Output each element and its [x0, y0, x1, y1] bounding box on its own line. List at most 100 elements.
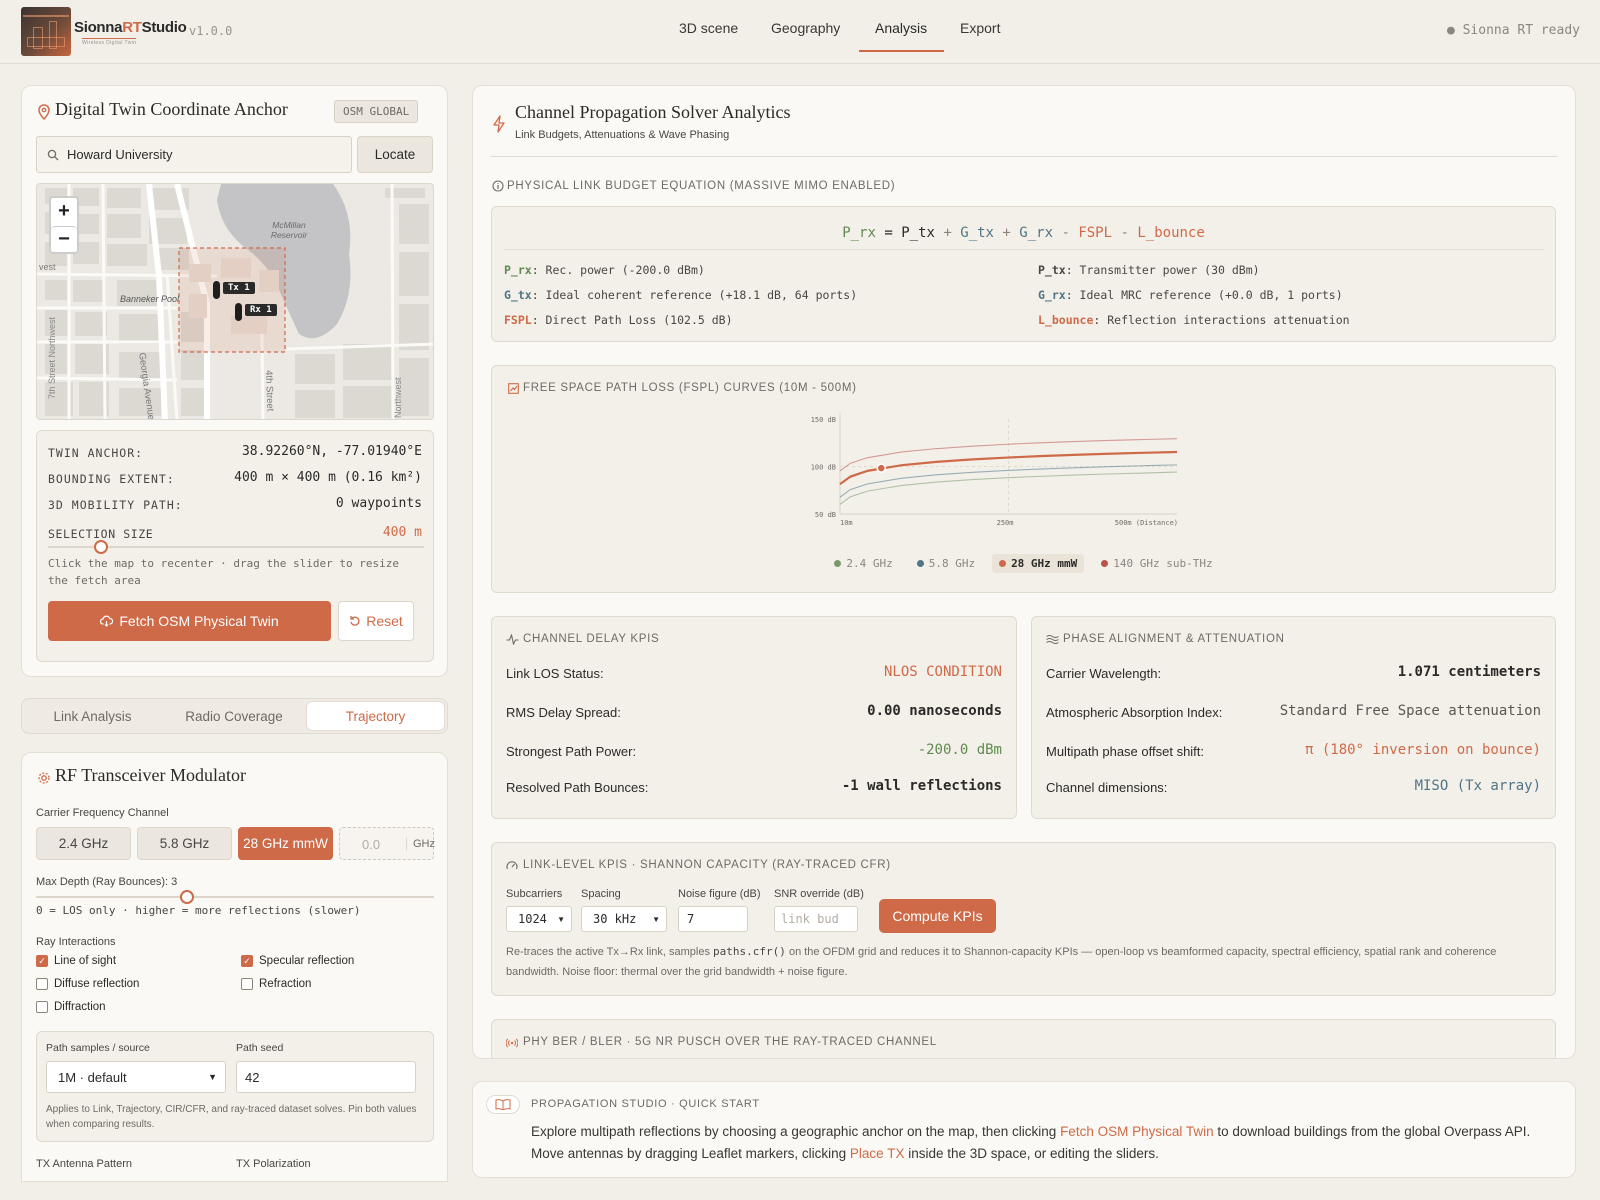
refraction-checkbox[interactable]: Refraction — [241, 978, 311, 990]
selection-size-value: 400 m — [382, 525, 422, 540]
selection-slider-thumb[interactable] — [93, 540, 108, 554]
place-tx-link[interactable]: Place TX — [850, 1146, 905, 1161]
legend-swatch — [1101, 560, 1109, 567]
nav-tab-export[interactable]: Export — [960, 20, 1000, 36]
term-fspl: FSPL: Direct Path Loss (102.5 dB) — [504, 313, 733, 327]
link-budget-panel: P_rx = P_tx + G_tx + G_rx - FSPL - L_bou… — [491, 206, 1556, 342]
term-grx: G_rx: Ideal MRC reference (+0.0 dB, 1 po… — [1038, 288, 1343, 302]
signal-icon — [506, 1038, 518, 1048]
max-depth-label: Max Depth (Ray Bounces): 3 — [36, 876, 178, 888]
los-status-value: NLOS CONDITION — [883, 664, 1002, 680]
diffraction-checkbox[interactable]: Diffraction — [36, 1001, 106, 1013]
specular-checkbox[interactable]: ✓ Specular reflection — [241, 955, 354, 967]
check-icon: ✓ — [241, 955, 253, 967]
ber-heading: PHY BER / BLER · 5G NR PUSCH OVER THE RA… — [523, 1036, 937, 1048]
rf-title: RF Transceiver Modulator — [55, 765, 246, 785]
wavelength-label: Carrier Wavelength: — [1046, 666, 1162, 681]
tab-link-analysis[interactable]: Link Analysis — [24, 701, 161, 731]
term-lbounce: L_bounce: Reflection interactions attenu… — [1038, 313, 1350, 327]
map-label-7th-street: 7th Street Northwest — [47, 316, 57, 399]
path-samples-select[interactable]: 1M · default ▼ — [46, 1061, 226, 1093]
freq-5-8-button[interactable]: 5.8 GHz — [137, 827, 232, 860]
phase-offset-label: Multipath phase offset shift: — [1046, 744, 1205, 759]
term-prx: P_rx: Rec. power (-200.0 dBm) — [504, 263, 705, 277]
legend-item-2-4-ghz[interactable]: 2.4 GHz — [827, 554, 899, 573]
fetch-osm-link[interactable]: Fetch OSM Physical Twin — [1060, 1124, 1214, 1139]
reset-button[interactable]: Reset — [338, 601, 414, 641]
fetch-osm-label: Fetch OSM Physical Twin — [119, 613, 279, 629]
pulse-icon — [506, 634, 519, 645]
fspl-legend: 2.4 GHz 5.8 GHz 28 GHz mmW 140 GHz sub-THz — [492, 554, 1555, 573]
diffuse-checkbox[interactable]: Diffuse reflection — [36, 978, 139, 990]
tab-trajectory[interactable]: Trajectory — [306, 701, 445, 731]
brand-tagline: Wireless Digital Twin — [82, 38, 137, 46]
nav-tab-analysis[interactable]: Analysis — [875, 20, 927, 36]
analytics-title: Channel Propagation Solver Analytics — [515, 102, 791, 122]
chevron-down-icon: ▼ — [557, 914, 565, 924]
snr-override-input[interactable]: link bud — [774, 906, 858, 932]
term-gtx: G_tx: Ideal coherent reference (+18.1 dB… — [504, 288, 858, 302]
legend-item-28-ghz-mmw[interactable]: 28 GHz mmW — [992, 554, 1085, 573]
legend-swatch — [999, 560, 1007, 567]
subcarriers-select[interactable]: 1024 ▼ — [506, 906, 572, 932]
link-budget-equation: P_rx = P_tx + G_tx + G_rx - FSPL - L_bou… — [842, 225, 1205, 241]
ber-panel: PHY BER / BLER · 5G NR PUSCH OVER THE RA… — [491, 1019, 1556, 1058]
cloud-download-icon — [100, 615, 114, 627]
freq-28-button[interactable]: 28 GHz mmW — [238, 827, 333, 860]
quickstart-heading: PROPAGATION STUDIO · QUICK START — [531, 1098, 760, 1110]
y-tick-label: 100 dB — [811, 464, 836, 472]
locate-button[interactable]: Locate — [357, 136, 433, 173]
freq-2-4-button[interactable]: 2.4 GHz — [36, 827, 131, 860]
noise-figure-label: Noise figure (dB) — [678, 888, 761, 900]
zoom-out-button[interactable]: − — [51, 226, 77, 252]
spacing-select[interactable]: 30 kHz ▼ — [581, 906, 667, 932]
map-label-reservoir: McMillan Reservoir — [270, 220, 308, 240]
legend-swatch — [834, 560, 842, 567]
tx-marker-label[interactable]: Tx 1 — [223, 282, 255, 294]
reset-label: Reset — [366, 613, 403, 629]
legend-label: 5.8 GHz — [928, 557, 976, 570]
location-search-input[interactable]: Howard University — [36, 136, 352, 173]
nav-tab-geography[interactable]: Geography — [771, 20, 840, 36]
path-seed-input[interactable]: 42 — [236, 1061, 416, 1093]
mobility-path-label: 3D MOBILITY PATH: — [48, 498, 183, 512]
rx-marker-pin[interactable] — [235, 303, 242, 321]
los-status-label: Link LOS Status: — [506, 666, 604, 681]
osm-global-badge: OSM GLOBAL — [334, 100, 419, 123]
analytics-card: Channel Propagation Solver Analytics Lin… — [472, 85, 1576, 1059]
absorption-value: Standard Free Space attenuation — [1279, 703, 1541, 719]
rx-marker-label[interactable]: Rx 1 — [245, 304, 277, 316]
fspl-chart-panel: FREE SPACE PATH LOSS (FSPL) CURVES (10M … — [491, 365, 1556, 593]
twin-anchor-label: TWIN ANCHOR: — [48, 446, 144, 460]
path-samples-hint: Applies to Link, Trajectory, CIR/CFR, an… — [46, 1104, 417, 1130]
osm-map[interactable]: + − McMillan Reservoir Banneker Pool Geo… — [36, 183, 434, 420]
path-bounces-value: -1 wall reflections — [841, 778, 1002, 794]
link-kpi-heading: LINK-LEVEL KPIS · SHANNON CAPACITY (RAY-… — [523, 859, 891, 871]
selection-size-slider[interactable] — [48, 540, 424, 554]
legend-item-140-ghz-sub-thz[interactable]: 140 GHz sub-THz — [1094, 554, 1219, 573]
map-tiles — [37, 184, 433, 419]
custom-frequency-input[interactable]: 0.0 GHz — [339, 827, 435, 860]
nav-tab-3d-scene[interactable]: 3D scene — [679, 20, 738, 36]
waves-icon — [1046, 635, 1059, 644]
tx-polarization-label: TX Polarization — [236, 1158, 311, 1170]
fetch-osm-button[interactable]: Fetch OSM Physical Twin — [48, 601, 331, 641]
map-label-pool: Banneker Pool — [120, 294, 180, 304]
rf-transceiver-card: RF Transceiver Modulator Carrier Frequen… — [21, 752, 448, 1182]
los-checkbox[interactable]: ✓ Line of sight — [36, 955, 116, 967]
info-icon — [492, 180, 504, 192]
zoom-in-button[interactable]: + — [51, 198, 77, 224]
legend-item-5-8-ghz[interactable]: 5.8 GHz — [910, 554, 982, 573]
x-tick-label: 250m — [997, 519, 1014, 527]
max-depth-slider-thumb[interactable] — [180, 890, 195, 904]
x-tick-label: 500m (Distance) — [1115, 519, 1178, 527]
tx-marker-pin[interactable] — [213, 281, 220, 299]
noise-figure-input[interactable]: 7 — [678, 906, 748, 932]
check-icon: ✓ — [36, 955, 48, 967]
max-depth-slider[interactable] — [36, 890, 434, 904]
custom-frequency-unit: GHz — [406, 838, 435, 850]
compute-kpis-button[interactable]: Compute KPIs — [879, 899, 996, 933]
anchor-card: Digital Twin Coordinate Anchor OSM GLOBA… — [21, 85, 448, 677]
tab-radio-coverage[interactable]: Radio Coverage — [164, 701, 304, 731]
analytics-subtitle: Link Budgets, Attenuations & Wave Phasin… — [515, 129, 730, 141]
